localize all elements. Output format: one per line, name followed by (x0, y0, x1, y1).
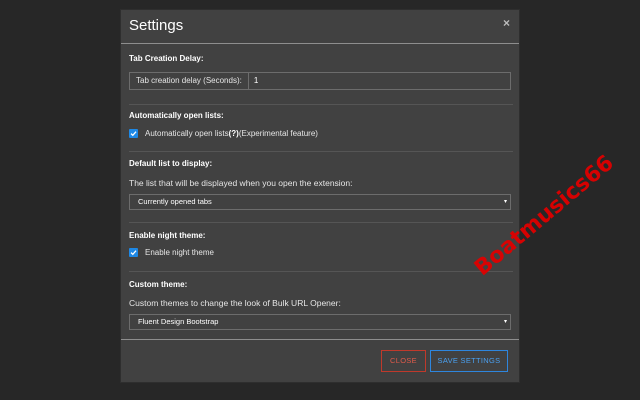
help-link[interactable]: (?) (229, 129, 239, 138)
close-icon[interactable]: × (503, 16, 510, 30)
tab-delay-input-group: Tab creation delay (Seconds): 1 (129, 72, 511, 90)
checkmark-icon (130, 250, 137, 256)
save-settings-button[interactable]: SAVE SETTINGS (430, 350, 508, 372)
night-theme-checkbox[interactable] (129, 248, 138, 257)
auto-open-label-text: Automatically open lists (145, 129, 229, 138)
footer-divider (121, 339, 519, 340)
custom-theme-description: Custom themes to change the look of Bulk… (129, 298, 341, 308)
night-theme-checkbox-row[interactable]: Enable night theme (129, 248, 214, 257)
night-theme-title: Enable night theme: (129, 231, 206, 240)
auto-open-checkbox[interactable] (129, 129, 138, 138)
modal-title: Settings (129, 17, 184, 34)
divider (129, 151, 513, 152)
custom-theme-select[interactable]: Fluent Design Bootstrap ▾ (129, 314, 511, 330)
experimental-note: (Experimental feature) (238, 129, 318, 138)
auto-open-checkbox-row[interactable]: Automatically open lists(?)(Experimental… (129, 129, 318, 138)
custom-theme-selected: Fluent Design Bootstrap (138, 317, 219, 326)
auto-open-checkbox-label: Automatically open lists(?)(Experimental… (145, 129, 318, 138)
divider (129, 222, 513, 223)
divider (129, 104, 513, 105)
close-button[interactable]: CLOSE (381, 350, 426, 372)
custom-theme-title: Custom theme: (129, 280, 188, 289)
tab-delay-addon: Tab creation delay (Seconds): (130, 73, 249, 89)
modal-header: Settings × (121, 10, 519, 44)
default-list-description: The list that will be displayed when you… (129, 178, 353, 188)
default-list-title: Default list to display: (129, 159, 213, 168)
default-list-selected: Currently opened tabs (138, 197, 212, 206)
default-list-select[interactable]: Currently opened tabs ▾ (129, 194, 511, 210)
auto-open-title: Automatically open lists: (129, 111, 224, 120)
tab-delay-title: Tab Creation Delay: (129, 54, 204, 63)
checkmark-icon (130, 131, 137, 137)
night-theme-checkbox-label: Enable night theme (145, 248, 214, 257)
caret-down-icon: ▾ (503, 319, 507, 325)
caret-down-icon: ▾ (503, 199, 507, 205)
divider (129, 271, 513, 272)
settings-modal: Settings × Tab Creation Delay: Tab creat… (120, 9, 520, 383)
tab-delay-input[interactable]: 1 (248, 73, 510, 89)
